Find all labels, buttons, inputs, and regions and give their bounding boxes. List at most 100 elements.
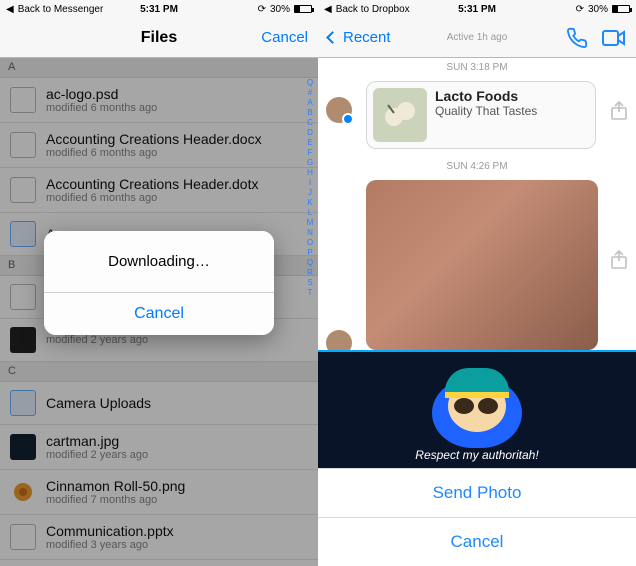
index-letter[interactable]: A xyxy=(304,98,316,107)
index-letter[interactable]: G xyxy=(304,158,316,167)
file-title: cartman.jpg xyxy=(46,433,148,449)
chevron-left-icon xyxy=(326,31,339,44)
battery-icon xyxy=(294,5,312,13)
alert-cancel-button[interactable]: Cancel xyxy=(44,292,274,335)
index-letter[interactable]: I xyxy=(304,178,316,187)
folder-icon xyxy=(10,221,36,247)
link-card[interactable]: Lacto Foods Quality That Tastes xyxy=(366,81,596,149)
photo-action-sheet: Respect my authoritah! Send Photo Cancel xyxy=(318,350,636,566)
section-header: C xyxy=(0,362,318,382)
index-letter[interactable]: F xyxy=(304,148,316,157)
file-row[interactable]: cartman.jpgmodified 2 years ago xyxy=(0,425,318,470)
status-right: ⟳ 30% xyxy=(576,4,630,15)
messenger-chat-screen: ◀ Back to Dropbox 5:31 PM ⟳ 30% Recent A… xyxy=(318,0,636,566)
index-letter[interactable]: E xyxy=(304,138,316,147)
index-letter[interactable]: N xyxy=(304,228,316,237)
index-letter[interactable]: O xyxy=(304,238,316,247)
rotation-lock-icon: ⟳ xyxy=(258,4,266,15)
index-letter[interactable]: B xyxy=(304,108,316,117)
index-letter[interactable]: J xyxy=(304,188,316,197)
file-row[interactable]: ac-logo.psdmodified 6 months ago xyxy=(0,78,318,123)
file-title: Camera Uploads xyxy=(46,395,151,411)
file-title: Communication.pptx xyxy=(46,523,174,539)
status-back-to-app[interactable]: ◀ Back to Messenger xyxy=(6,4,103,15)
status-bar: ◀ Back to Dropbox 5:31 PM ⟳ 30% xyxy=(318,0,636,18)
status-right: ⟳ 30% xyxy=(258,4,312,15)
index-letter[interactable]: M xyxy=(304,218,316,227)
nav-back-button[interactable]: Recent xyxy=(328,29,391,46)
index-letter[interactable]: D xyxy=(304,128,316,137)
share-icon[interactable] xyxy=(610,250,628,270)
nav-bar: Recent Active 1h ago xyxy=(318,18,636,58)
active-status: Active 1h ago xyxy=(447,32,508,43)
image-thumb-icon xyxy=(10,434,36,460)
send-photo-button[interactable]: Send Photo xyxy=(318,468,636,517)
index-letter[interactable]: Q xyxy=(304,78,316,87)
battery-icon xyxy=(612,5,630,13)
battery-percent: 30% xyxy=(270,4,290,15)
file-title: Accounting Creations Header.dotx xyxy=(46,176,258,192)
file-title: Accounting Creations Header.docx xyxy=(46,131,262,147)
index-letter[interactable]: K xyxy=(304,198,316,207)
status-back-label: Back to Messenger xyxy=(18,4,104,15)
file-row[interactable]: Communication.pptxmodified 3 years ago xyxy=(0,515,318,560)
index-letter[interactable]: R xyxy=(304,268,316,277)
chat-timestamp: SUN 3:18 PM xyxy=(318,58,636,77)
folder-icon xyxy=(10,390,36,416)
video-call-icon[interactable] xyxy=(602,29,626,47)
photo-preview: Respect my authoritah! xyxy=(318,350,636,468)
nav-cancel-button[interactable]: Cancel xyxy=(261,29,308,46)
card-thumbnail xyxy=(373,88,427,142)
sheet-cancel-button[interactable]: Cancel xyxy=(318,517,636,566)
battery-percent: 30% xyxy=(588,4,608,15)
file-row[interactable]: Accounting Creations Header.dotxmodified… xyxy=(0,168,318,213)
file-row[interactable]: Accounting Creations Header.docxmodified… xyxy=(0,123,318,168)
index-letter[interactable]: S xyxy=(304,278,316,287)
messenger-badge-icon xyxy=(342,113,354,125)
file-subtitle: modified 6 months ago xyxy=(46,102,157,114)
index-letter[interactable]: # xyxy=(304,88,316,97)
file-title: ac-logo.psd xyxy=(46,86,157,102)
file-subtitle: modified 2 years ago xyxy=(46,449,148,461)
file-subtitle: modified 6 months ago xyxy=(46,147,262,159)
index-bar[interactable]: Q#ABCDEFGHIJKLMNOPQRST xyxy=(304,78,316,566)
index-letter[interactable]: L xyxy=(304,208,316,217)
index-letter[interactable]: H xyxy=(304,168,316,177)
nav-title: Files xyxy=(141,29,177,47)
downloading-alert: Downloading… Cancel xyxy=(44,231,274,335)
file-subtitle: modified 7 months ago xyxy=(46,494,185,506)
file-icon xyxy=(10,524,36,550)
card-title: Lacto Foods xyxy=(435,88,537,104)
status-time: 5:31 PM xyxy=(458,4,496,15)
message-image[interactable] xyxy=(366,180,598,350)
card-subtitle: Quality That Tastes xyxy=(435,104,537,118)
file-icon xyxy=(10,284,36,310)
nav-actions xyxy=(566,27,626,49)
file-subtitle: modified 3 years ago xyxy=(46,539,174,551)
file-icon xyxy=(10,132,36,158)
status-time: 5:31 PM xyxy=(140,4,178,15)
file-icon xyxy=(10,87,36,113)
index-letter[interactable]: P xyxy=(304,248,316,257)
file-row[interactable]: copycontent.png xyxy=(0,560,318,566)
status-back-to-app[interactable]: ◀ Back to Dropbox xyxy=(324,4,410,15)
file-subtitle: modified 2 years ago xyxy=(46,334,148,346)
share-icon[interactable] xyxy=(610,101,628,121)
section-header: A xyxy=(0,58,318,78)
call-icon[interactable] xyxy=(566,27,588,49)
image-thumb-icon xyxy=(10,479,36,505)
file-subtitle: modified 6 months ago xyxy=(46,192,258,204)
image-thumb-icon xyxy=(10,327,36,353)
file-title: Cinnamon Roll-50.png xyxy=(46,478,185,494)
rotation-lock-icon: ⟳ xyxy=(576,4,584,15)
nav-bar: Files Cancel xyxy=(0,18,318,58)
file-row[interactable]: Cinnamon Roll-50.pngmodified 7 months ag… xyxy=(0,470,318,515)
index-letter[interactable]: C xyxy=(304,118,316,127)
dropbox-files-screen: ◀ Back to Messenger 5:31 PM ⟳ 30% Files … xyxy=(0,0,318,566)
index-letter[interactable]: T xyxy=(304,288,316,297)
index-letter[interactable]: Q xyxy=(304,258,316,267)
preview-caption: Respect my authoritah! xyxy=(318,448,636,462)
folder-row[interactable]: Camera Uploads xyxy=(0,382,318,425)
status-back-label: Back to Dropbox xyxy=(336,4,410,15)
alert-message: Downloading… xyxy=(44,231,274,292)
